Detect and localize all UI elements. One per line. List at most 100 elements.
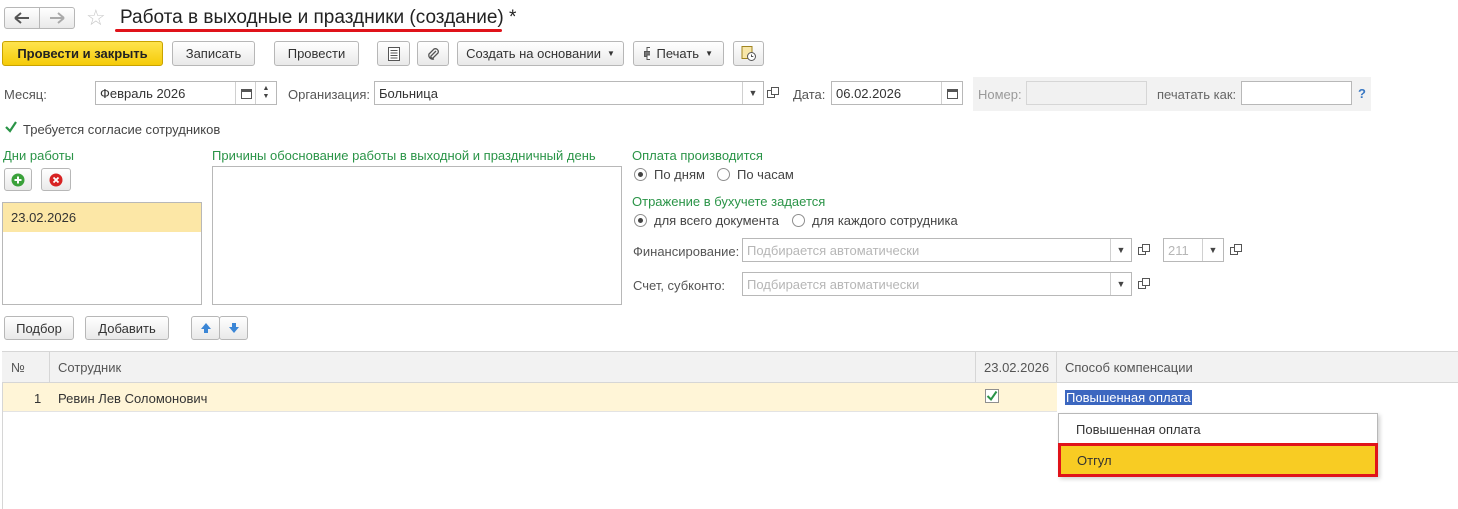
account-dropdown-button[interactable]: ▼ [1110, 273, 1131, 295]
column-header-employee[interactable]: Сотрудник [58, 360, 121, 375]
reasons-textarea[interactable] [212, 166, 622, 305]
column-header-date[interactable]: 23.02.2026 [984, 360, 1049, 375]
row-date-checkbox[interactable] [985, 389, 999, 403]
work-day-value: 23.02.2026 [11, 210, 77, 225]
account-label: Счет, субконто: [633, 278, 726, 293]
work-days-title: Дни работы [3, 148, 75, 163]
calendar-icon [946, 88, 958, 99]
help-icon[interactable]: ? [1358, 86, 1366, 101]
date-value: 06.02.2026 [836, 85, 902, 101]
spin-down-icon: ▼ [262, 93, 270, 100]
checkmark-icon [985, 389, 999, 403]
payment-by-hours-label: По часам [737, 167, 794, 182]
payment-title: Оплата производится [632, 148, 763, 163]
chevron-down-icon: ▼ [748, 88, 758, 98]
account-field[interactable]: Подбирается автоматически ▼ [742, 272, 1132, 296]
row-employee[interactable]: Ревин Лев Соломонович [58, 391, 207, 406]
list-item[interactable]: 23.02.2026 [3, 203, 201, 232]
delete-circle-icon [49, 173, 63, 186]
financing-open-icon[interactable] [1137, 243, 1151, 257]
accounting-whole-doc-radio[interactable] [634, 214, 647, 227]
dropdown-option-label: Повышенная оплата [1076, 422, 1201, 437]
row-compensation-value[interactable]: Повышенная оплата [1065, 390, 1192, 405]
number-label: Номер: [978, 87, 1022, 102]
forward-button[interactable] [39, 7, 75, 29]
organization-dropdown-button[interactable]: ▼ [742, 82, 763, 104]
payment-by-days-label: По дням [654, 167, 705, 182]
print-as-field[interactable] [1241, 81, 1352, 105]
financing-dropdown-button[interactable]: ▼ [1110, 239, 1131, 261]
back-button[interactable] [4, 7, 40, 29]
report-button[interactable] [377, 41, 410, 66]
print-as-label: печатать как: [1157, 87, 1237, 102]
calendar-button[interactable] [235, 82, 256, 104]
move-up-button[interactable] [191, 316, 220, 340]
month-field[interactable]: Февраль 2026 ▲ ▼ [95, 81, 277, 105]
financing-code: 211 [1168, 242, 1189, 258]
month-value: Февраль 2026 [100, 85, 186, 101]
move-down-button[interactable] [219, 316, 248, 340]
consent-label: Требуется согласие сотрудников [23, 122, 221, 137]
organization-open-icon[interactable] [766, 86, 780, 100]
arrow-down-icon [228, 323, 239, 333]
attach-button[interactable] [417, 41, 449, 66]
number-field[interactable] [1026, 81, 1147, 105]
financing-code-open-icon[interactable] [1229, 243, 1243, 257]
financing-placeholder: Подбирается автоматически [747, 242, 920, 258]
print-label: Печать [656, 46, 700, 61]
consent-checkmark-icon[interactable] [4, 120, 18, 134]
favorite-star-icon[interactable]: ☆ [86, 6, 106, 30]
save-button[interactable]: Записать [172, 41, 255, 66]
organization-field[interactable]: Больница ▼ [374, 81, 764, 105]
document-clock-icon [741, 46, 756, 61]
accounting-each-employee-radio[interactable] [792, 214, 805, 227]
chevron-down-icon: ▼ [1116, 279, 1126, 289]
print-button[interactable]: Печать ▼ [633, 41, 724, 66]
dropdown-option-label: Отгул [1077, 452, 1112, 468]
dropdown-option-increased-pay[interactable]: Повышенная оплата [1059, 416, 1377, 443]
history-button[interactable] [733, 41, 764, 66]
create-based-on-button[interactable]: Создать на основании ▼ [457, 41, 624, 66]
plus-circle-icon [11, 173, 25, 186]
post-and-close-button[interactable]: Провести и закрыть [2, 41, 163, 66]
organization-value: Больница [379, 85, 438, 101]
page-title: Работа в выходные и праздники (создание)… [120, 7, 516, 29]
printer-icon [644, 47, 651, 60]
create-based-on-label: Создать на основании [466, 46, 601, 61]
accounting-whole-doc-label: для всего документа [654, 213, 779, 228]
month-label: Месяц: [4, 87, 47, 102]
chevron-down-icon: ▼ [705, 49, 713, 58]
payment-by-days-radio[interactable] [634, 168, 647, 181]
work-days-list[interactable]: 23.02.2026 [2, 202, 202, 305]
date-label: Дата: [793, 87, 826, 102]
financing-field[interactable]: Подбирается автоматически ▼ [742, 238, 1132, 262]
table-header [2, 351, 1458, 383]
accounting-each-employee-label: для каждого сотрудника [812, 213, 958, 228]
select-button[interactable]: Подбор [4, 316, 74, 340]
add-button[interactable]: Добавить [85, 316, 169, 340]
title-red-underline [115, 29, 502, 32]
financing-label: Финансирование: [633, 244, 740, 259]
date-field[interactable]: 06.02.2026 [831, 81, 963, 105]
document-list-icon [387, 46, 400, 61]
post-button[interactable]: Провести [274, 41, 359, 66]
month-spin-button[interactable]: ▲ ▼ [255, 82, 276, 104]
accounting-title: Отражение в бухучете задается [632, 194, 826, 209]
row-number: 1 [34, 391, 42, 406]
account-placeholder: Подбирается автоматически [747, 276, 920, 292]
add-day-button[interactable] [4, 168, 32, 191]
column-header-compensation[interactable]: Способ компенсации [1065, 360, 1193, 375]
financing-code-dropdown-button[interactable]: ▼ [1202, 239, 1223, 261]
dropdown-option-time-off[interactable]: Отгул [1058, 443, 1378, 477]
calendar-icon [240, 88, 252, 99]
chevron-down-icon: ▼ [606, 49, 615, 58]
date-calendar-button[interactable] [941, 82, 962, 104]
arrow-up-icon [200, 323, 211, 333]
paperclip-icon [428, 47, 439, 60]
account-open-icon[interactable] [1137, 277, 1151, 291]
arrow-right-icon [50, 12, 65, 24]
delete-day-button[interactable] [41, 168, 71, 191]
payment-by-hours-radio[interactable] [717, 168, 730, 181]
financing-code-field[interactable]: 211 ▼ [1163, 238, 1224, 262]
column-header-number[interactable]: № [11, 360, 25, 375]
